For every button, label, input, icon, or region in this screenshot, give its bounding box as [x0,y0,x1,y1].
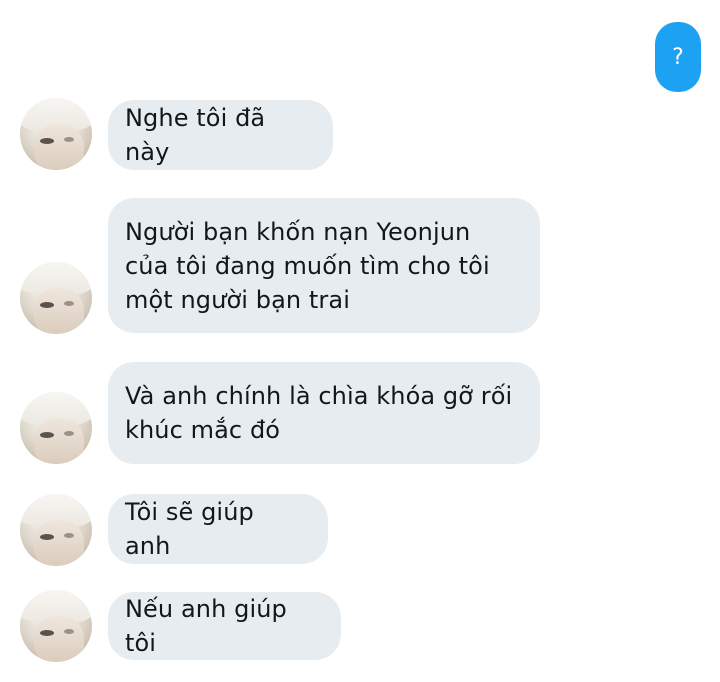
message-text: Nghe tôi đã này [125,104,266,166]
message-text: Và anh chính là chìa khóa gỡ rối khúc mắ… [125,382,513,444]
received-message-bubble[interactable]: Tôi sẽ giúp anh [108,494,328,564]
avatar[interactable] [20,262,92,334]
message-text: Người bạn khốn nạn Yeonjun của tôi đang … [125,217,490,314]
received-message-bubble[interactable]: Nghe tôi đã này [108,100,333,170]
avatar[interactable] [20,98,92,170]
sent-message-text: ? [672,44,684,70]
message-text: Tôi sẽ giúp anh [125,498,254,560]
avatar[interactable] [20,590,92,662]
received-message-bubble[interactable]: Nếu anh giúp tôi [108,592,341,660]
avatar[interactable] [20,494,92,566]
received-message-bubble[interactable]: Và anh chính là chìa khóa gỡ rối khúc mắ… [108,362,540,464]
chat-thread: ? Nghe tôi đã này Người bạn khốn nạn Yeo… [0,0,720,682]
received-message-bubble[interactable]: Người bạn khốn nạn Yeonjun của tôi đang … [108,198,540,333]
message-text: Nếu anh giúp tôi [125,595,287,657]
avatar[interactable] [20,392,92,464]
sent-message-bubble[interactable]: ? [655,22,701,92]
